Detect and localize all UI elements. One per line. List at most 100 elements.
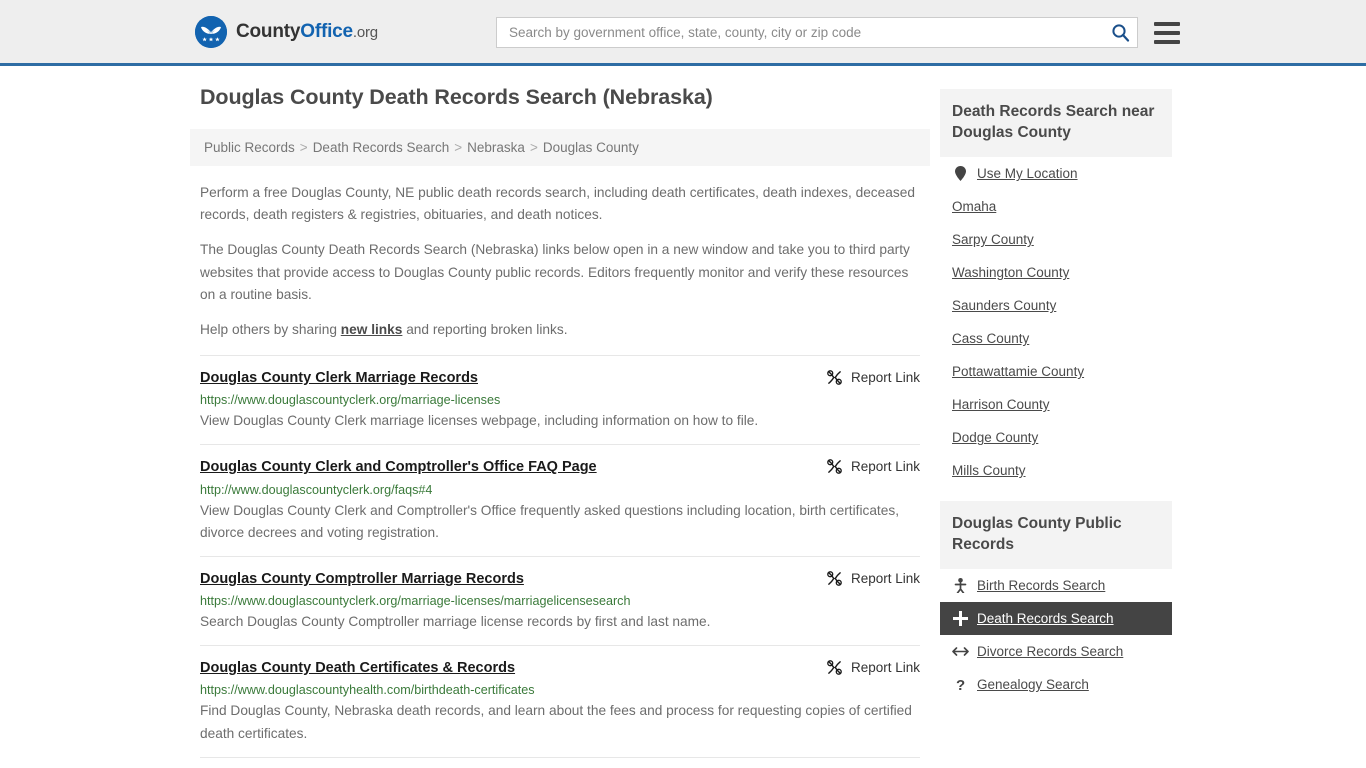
- result-description: Find Douglas County, Nebraska death reco…: [200, 703, 912, 741]
- sidebar-nearby-heading: Death Records Search near Douglas County: [940, 89, 1172, 158]
- result-url: https://www.douglascountyclerk.org/marri…: [200, 594, 631, 609]
- intro-p3-before: Help others by sharing: [200, 321, 341, 337]
- site-logo[interactable]: CountyOffice.org: [195, 15, 378, 48]
- report-link-label: Report Link: [850, 570, 920, 586]
- sidebar-item-label[interactable]: Birth Records Search: [977, 578, 1105, 593]
- hamburger-menu-icon[interactable]: [1154, 21, 1180, 44]
- sidebar-item-label[interactable]: Mills County: [952, 463, 1026, 478]
- report-link-label: Report Link: [850, 370, 920, 386]
- infant-icon: [952, 578, 969, 594]
- sidebar-item-label[interactable]: Sarpy County: [952, 232, 1034, 247]
- site-header: CountyOffice.org: [0, 0, 1366, 66]
- svg-text:?: ?: [956, 677, 965, 692]
- sidebar-item-cass-county[interactable]: Cass County: [940, 322, 1172, 355]
- result-description: View Douglas County Clerk marriage licen…: [200, 413, 759, 429]
- sidebar-item-divorce-records-search[interactable]: Divorce Records Search: [940, 635, 1172, 668]
- sidebar-item-washington-county[interactable]: Washington County: [940, 256, 1172, 289]
- page-body: Douglas County Death Records Search (Neb…: [0, 66, 1366, 768]
- result-title-link[interactable]: Douglas County Clerk Marriage Records: [200, 369, 478, 387]
- left-right-arrow-icon: [952, 646, 969, 657]
- result-header: Douglas County Death Certificates & Reco…: [200, 659, 920, 677]
- sidebar-item-mills-county[interactable]: Mills County: [940, 454, 1172, 487]
- sidebar-item-label[interactable]: Washington County: [952, 265, 1069, 280]
- sidebar-public-records-heading: Douglas County Public Records: [940, 501, 1172, 570]
- logo-text-tld: .org: [352, 23, 378, 41]
- sidebar-item-use-my-location[interactable]: Use My Location: [940, 157, 1172, 190]
- question-mark-icon: ?: [952, 677, 969, 692]
- result-url: http://www.douglascountyclerk.org/faqs#4: [200, 482, 433, 497]
- sidebar-item-label[interactable]: Genealogy Search: [977, 677, 1089, 692]
- breadcrumb-item-3[interactable]: Douglas County: [543, 140, 639, 155]
- search-icon[interactable]: [1109, 22, 1131, 44]
- sidebar-item-death-records-search[interactable]: Death Records Search: [940, 602, 1172, 636]
- broken-link-icon: [827, 370, 842, 385]
- result-url: https://www.douglascountyclerk.org/marri…: [200, 393, 501, 408]
- sidebar-public-records-list: Birth Records Search Death Records Searc…: [940, 569, 1172, 701]
- result-title-link[interactable]: Douglas County Comptroller Marriage Reco…: [200, 570, 524, 588]
- sidebar-nearby-list: Use My Location Omaha Sarpy County Washi…: [940, 157, 1172, 487]
- new-links-link[interactable]: new links: [341, 322, 403, 337]
- result-description: Search Douglas County Comptroller marria…: [200, 614, 711, 630]
- menu-bar-3: [1154, 39, 1180, 44]
- breadcrumb-item-2[interactable]: Nebraska: [467, 140, 525, 155]
- sidebar-item-label[interactable]: Use My Location: [977, 166, 1078, 181]
- result-title-link[interactable]: Douglas County Clerk and Comptroller's O…: [200, 458, 597, 476]
- intro-p3-after: and reporting broken links.: [402, 321, 568, 337]
- sidebar-item-sarpy-county[interactable]: Sarpy County: [940, 223, 1172, 256]
- sidebar-item-label[interactable]: Death Records Search: [977, 611, 1114, 626]
- sidebar-item-pottawattamie-county[interactable]: Pottawattamie County: [940, 355, 1172, 388]
- sidebar-item-genealogy-search[interactable]: ? Genealogy Search: [940, 668, 1172, 701]
- breadcrumb-separator: >: [454, 140, 463, 155]
- breadcrumb-item-0[interactable]: Public Records: [204, 140, 295, 155]
- report-link-label: Report Link: [850, 660, 920, 676]
- result-title-link[interactable]: Douglas County Death Certificates & Reco…: [200, 659, 515, 677]
- intro-paragraph-3: Help others by sharing new links and rep…: [200, 319, 920, 341]
- main-content: Douglas County Death Records Search (Neb…: [190, 66, 930, 768]
- table-row: Douglas County Death Certificates & Reco…: [200, 645, 920, 757]
- report-link-button[interactable]: Report Link: [826, 659, 920, 676]
- table-row: Douglas County Health Department Vital R…: [200, 756, 920, 768]
- result-header: Douglas County Clerk Marriage Records Re…: [200, 369, 920, 387]
- table-row: Douglas County Comptroller Marriage Reco…: [200, 555, 920, 645]
- sidebar-item-label[interactable]: Omaha: [952, 199, 996, 214]
- menu-bar-2: [1154, 30, 1180, 35]
- sidebar-item-dodge-county[interactable]: Dodge County: [940, 421, 1172, 454]
- results-list: Douglas County Clerk Marriage Records Re…: [190, 355, 930, 768]
- sidebar-item-label[interactable]: Saunders County: [952, 298, 1056, 313]
- result-header: Douglas County Comptroller Marriage Reco…: [200, 570, 920, 588]
- report-link-button[interactable]: Report Link: [826, 458, 920, 475]
- sidebar: Death Records Search near Douglas County…: [940, 66, 1172, 715]
- sidebar-item-label[interactable]: Pottawattamie County: [952, 364, 1084, 379]
- sidebar-item-harrison-county[interactable]: Harrison County: [940, 388, 1172, 421]
- search-input[interactable]: [507, 18, 1109, 47]
- broken-link-icon: [827, 459, 842, 475]
- sidebar-item-label[interactable]: Dodge County: [952, 430, 1038, 445]
- location-pin-icon: [952, 166, 969, 182]
- result-url: https://www.douglascountyhealth.com/birt…: [200, 683, 535, 698]
- result-header: Douglas County Clerk and Comptroller's O…: [200, 458, 920, 476]
- breadcrumb: Public Records > Death Records Search > Nebr…: [190, 129, 930, 166]
- sidebar-item-saunders-county[interactable]: Saunders County: [940, 289, 1172, 322]
- table-row: Douglas County Clerk Marriage Records Re…: [200, 355, 920, 444]
- sidebar-item-omaha[interactable]: Omaha: [940, 190, 1172, 223]
- table-row: Douglas County Clerk and Comptroller's O…: [200, 444, 920, 556]
- sidebar-item-label[interactable]: Cass County: [952, 331, 1029, 346]
- sidebar-item-label[interactable]: Divorce Records Search: [977, 644, 1123, 659]
- result-description: View Douglas County Clerk and Comptrolle…: [200, 502, 899, 540]
- intro-paragraph-2: The Douglas County Death Records Search …: [200, 242, 910, 302]
- search-box[interactable]: [496, 17, 1138, 48]
- breadcrumb-item-1[interactable]: Death Records Search: [313, 140, 450, 155]
- breadcrumb-separator: >: [529, 140, 538, 155]
- report-link-button[interactable]: Report Link: [826, 570, 920, 587]
- broken-link-icon: [827, 660, 842, 676]
- eagle-shield-icon: [195, 15, 227, 48]
- sidebar-item-label[interactable]: Harrison County: [952, 397, 1050, 412]
- intro-paragraph-1: Perform a free Douglas County, NE public…: [200, 185, 915, 223]
- report-link-button[interactable]: Report Link: [826, 369, 920, 386]
- logo-wordmark: CountyOffice.org: [236, 21, 378, 43]
- sidebar-item-birth-records-search[interactable]: Birth Records Search: [940, 569, 1172, 602]
- breadcrumb-separator: >: [299, 140, 308, 155]
- logo-text-office: Office: [300, 20, 353, 42]
- cross-plus-icon: [952, 611, 969, 627]
- intro-text: Perform a free Douglas County, NE public…: [190, 182, 930, 341]
